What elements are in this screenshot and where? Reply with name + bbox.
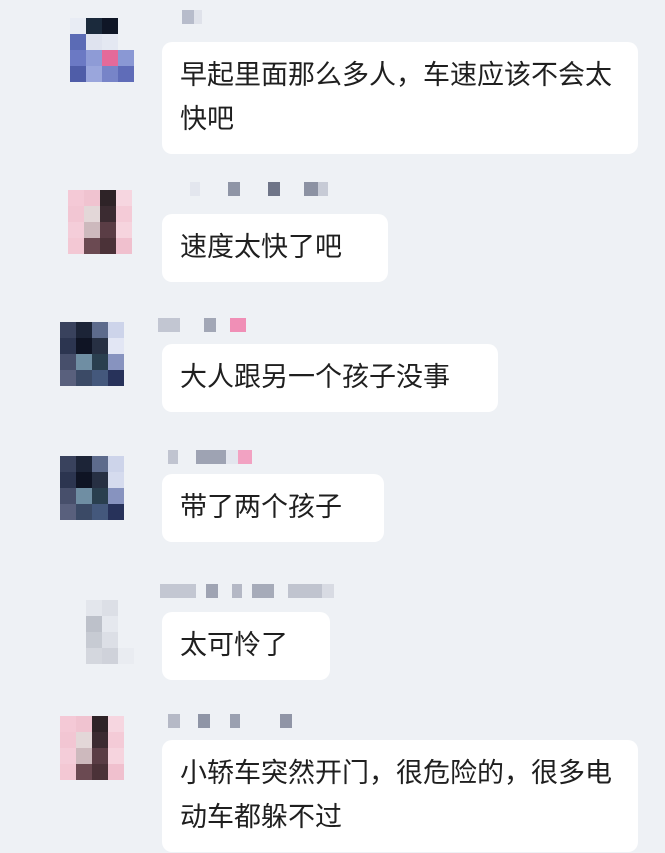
message-bubble: 大人跟另一个孩子没事 [162, 344, 498, 412]
message-bubble: 小轿车突然开门，很危险的，很多电动车都躲不过 [162, 740, 638, 852]
sender-name-redacted [158, 318, 246, 332]
chat-screen: { "colors": { "background": "#eef1f5", "… [0, 0, 665, 853]
message-bubble: 速度太快了吧 [162, 214, 388, 282]
user-avatar[interactable] [60, 456, 124, 520]
user-avatar[interactable] [70, 600, 134, 664]
user-avatar[interactable] [60, 716, 124, 780]
user-avatar[interactable] [60, 322, 124, 386]
user-avatar[interactable] [70, 18, 134, 82]
sender-name-redacted [160, 584, 334, 598]
message-bubble: 太可怜了 [162, 612, 330, 680]
user-avatar[interactable] [68, 190, 132, 254]
message-bubble: 早起里面那么多人，车速应该不会太快吧 [162, 42, 638, 154]
sender-name-redacted [168, 714, 292, 728]
sender-name-redacted [182, 10, 202, 24]
message-bubble: 带了两个孩子 [162, 474, 384, 542]
sender-name-redacted [168, 450, 252, 464]
sender-name-redacted [190, 182, 328, 196]
